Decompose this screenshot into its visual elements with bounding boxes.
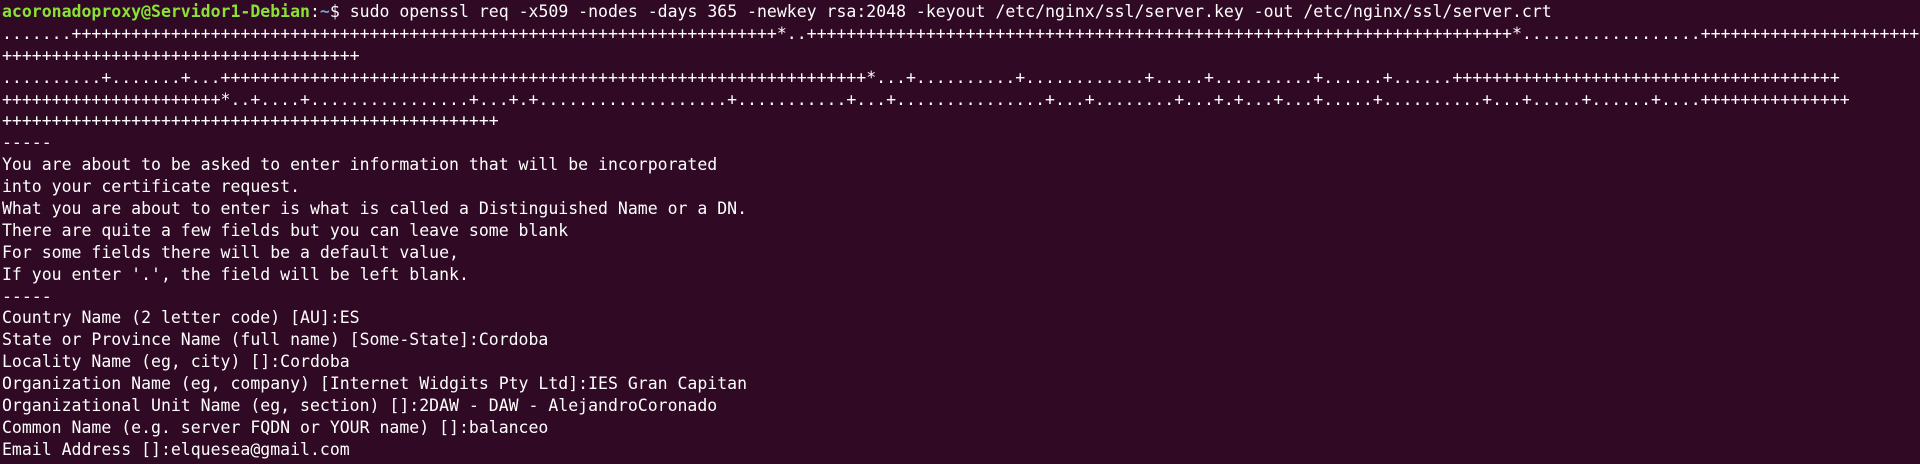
output-line: -----: [2, 133, 52, 153]
output-line: ..........+.......+...++++++++++++++++++…: [2, 67, 1840, 87]
output-line: What you are about to enter is what is c…: [2, 199, 748, 219]
output-line: ++++++++++++++++++++++++++++++++++++: [2, 45, 360, 65]
output-line: There are quite a few fields but you can…: [2, 220, 569, 240]
output-line: For some fields there will be a default …: [2, 242, 459, 262]
prompt-user-host: acoronadoproxy@Servidor1-Debian: [2, 2, 310, 21]
output-line: Organizational Unit Name (eg, section) […: [2, 396, 718, 416]
output-line: .......+++++++++++++++++++++++++++++++++…: [2, 23, 1920, 43]
command-text: sudo openssl req -x509 -nodes -days 365 …: [349, 2, 1552, 21]
command-line: acoronadoproxy@Servidor1-Debian:~$ sudo …: [2, 1, 1920, 23]
output-line: Common Name (e.g. server FQDN or YOUR na…: [2, 417, 549, 437]
output-line: Email Address []:elquesea@gmail.com: [2, 439, 350, 459]
output-line: -----: [2, 286, 52, 306]
output-line: You are about to be asked to enter infor…: [2, 155, 718, 175]
terminal-window[interactable]: acoronadoproxy@Servidor1-Debian:~$ sudo …: [0, 0, 1920, 464]
output-line: ++++++++++++++++++++++*..+....+.........…: [2, 89, 1850, 109]
output-line: into your certificate request.: [2, 177, 301, 197]
prompt-separator: :: [309, 2, 320, 21]
output-line: Country Name (2 letter code) [AU]:ES: [2, 308, 360, 328]
prompt-symbol: $: [329, 2, 350, 21]
output-line: ++++++++++++++++++++++++++++++++++++++++…: [2, 111, 499, 131]
output-line: Locality Name (eg, city) []:Cordoba: [2, 352, 350, 372]
output-line: State or Province Name (full name) [Some…: [2, 330, 549, 350]
output-line: Organization Name (eg, company) [Interne…: [2, 374, 748, 394]
output-line: If you enter '.', the field will be left…: [2, 264, 469, 284]
terminal-scrollbar[interactable]: [1912, 0, 1920, 464]
prompt-path: ~: [319, 2, 330, 21]
